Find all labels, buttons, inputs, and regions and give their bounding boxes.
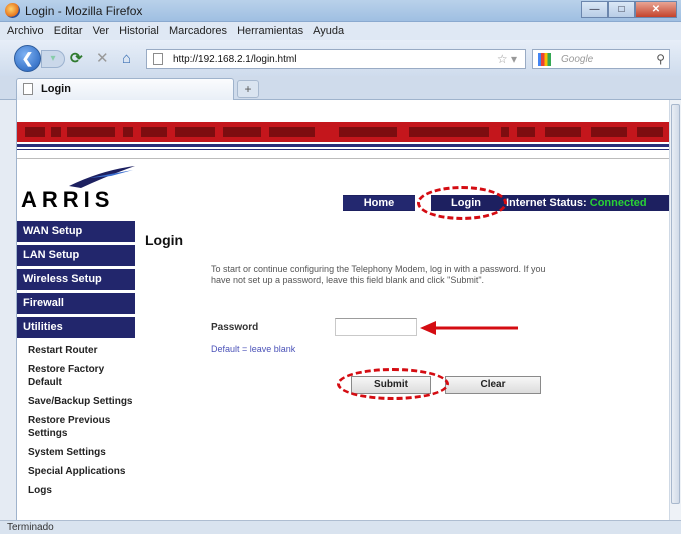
menu-ver[interactable]: Ver — [93, 25, 110, 37]
header-divider — [17, 158, 669, 159]
menu-ayuda[interactable]: Ayuda — [313, 25, 344, 37]
logo-text: ARRIS — [21, 187, 115, 212]
sidebar-item-lan-setup[interactable]: LAN Setup — [17, 245, 135, 266]
back-button[interactable]: ❮ — [14, 45, 41, 72]
tab-bar: Login + — [0, 76, 681, 100]
internet-status: Internet Status: Connected — [506, 196, 647, 210]
login-highlight-ring — [417, 186, 507, 220]
arris-logo: ARRIS — [21, 160, 141, 212]
tab-label: Login — [41, 83, 71, 95]
menu-historial[interactable]: Historial — [119, 25, 159, 37]
sidebar-item-wan-setup[interactable]: WAN Setup — [17, 221, 135, 242]
firefox-icon — [5, 3, 20, 18]
sidebar-item-system-settings[interactable]: System Settings — [17, 446, 135, 459]
status-text: Terminado — [7, 522, 54, 533]
window-title: Login - Mozilla Firefox — [25, 4, 143, 18]
header-banner — [17, 122, 669, 142]
internet-status-value: Connected — [589, 197, 647, 209]
window-left-frame — [0, 100, 16, 520]
window-titlebar: Login - Mozilla Firefox — □ ✕ — [0, 0, 681, 22]
sidebar-item-firewall[interactable]: Firewall — [17, 293, 135, 314]
page-icon — [23, 83, 33, 95]
close-button[interactable]: ✕ — [635, 1, 677, 18]
status-bar: Terminado — [0, 520, 681, 534]
password-label: Password — [211, 322, 259, 333]
login-instructions: To start or continue configuring the Tel… — [211, 264, 546, 285]
address-bar[interactable]: http://192.168.2.1/login.html ☆ ▾ — [146, 49, 526, 69]
bookmark-star-icon[interactable]: ☆ ▾ — [497, 52, 517, 66]
sidebar-item-restore-previous-settings[interactable]: Restore Previous Settings — [17, 414, 135, 440]
sidebar-item-wireless-setup[interactable]: Wireless Setup — [17, 269, 135, 290]
sidebar-item-utilities[interactable]: Utilities — [17, 317, 135, 338]
stop-icon[interactable]: ✕ — [96, 51, 109, 66]
search-placeholder: Google — [561, 54, 594, 65]
header-rule-thin — [17, 149, 669, 150]
home-icon[interactable]: ⌂ — [122, 51, 131, 66]
internet-status-label: Internet Status: — [506, 197, 587, 209]
nav-home[interactable]: Home — [343, 196, 415, 210]
address-url: http://192.168.2.1/login.html — [173, 54, 297, 65]
sidebar-item-logs[interactable]: Logs — [17, 484, 135, 497]
menu-editar[interactable]: Editar — [54, 25, 83, 37]
reload-icon[interactable]: ⟳ — [70, 51, 83, 66]
sidebar-item-restore-factory-default[interactable]: Restore Factory Default — [17, 363, 135, 389]
clear-button[interactable]: Clear — [445, 376, 541, 394]
sidebar: WAN Setup LAN Setup Wireless Setup Firew… — [17, 221, 135, 497]
page-content: ARRIS Home Login Internet Status: Connec… — [16, 100, 669, 520]
forward-dropdown-button[interactable]: ▾ — [41, 50, 65, 68]
minimize-button[interactable]: — — [581, 1, 608, 18]
password-input[interactable] — [335, 318, 417, 336]
scrollbar-thumb[interactable] — [671, 104, 680, 504]
sidebar-item-restart-router[interactable]: Restart Router — [17, 344, 135, 357]
header-rule — [17, 144, 669, 147]
annotation-arrow-icon — [420, 321, 518, 335]
search-icon[interactable]: ⚲ — [656, 52, 665, 66]
menu-herramientas[interactable]: Herramientas — [237, 25, 303, 37]
menu-marcadores[interactable]: Marcadores — [169, 25, 227, 37]
page-icon — [153, 53, 163, 65]
new-tab-button[interactable]: + — [237, 80, 259, 98]
tab-login[interactable]: Login — [16, 78, 234, 100]
sidebar-item-save-backup-settings[interactable]: Save/Backup Settings — [17, 395, 135, 408]
navigation-toolbar: ❮ ▾ ⟳ ✕ ⌂ http://192.168.2.1/login.html … — [0, 40, 681, 76]
search-bar[interactable]: Google ⚲ — [532, 49, 670, 69]
maximize-button[interactable]: □ — [608, 1, 635, 18]
default-password-note: Default = leave blank — [211, 344, 296, 354]
google-icon[interactable] — [538, 53, 551, 66]
window-controls: — □ ✕ — [581, 1, 677, 18]
page-title: Login — [145, 232, 184, 248]
menu-bar: Archivo Editar Ver Historial Marcadores … — [0, 22, 681, 40]
vertical-scrollbar[interactable] — [669, 100, 681, 520]
menu-archivo[interactable]: Archivo — [7, 25, 44, 37]
sidebar-item-special-applications[interactable]: Special Applications — [17, 465, 135, 478]
submit-highlight-ring — [337, 368, 449, 400]
